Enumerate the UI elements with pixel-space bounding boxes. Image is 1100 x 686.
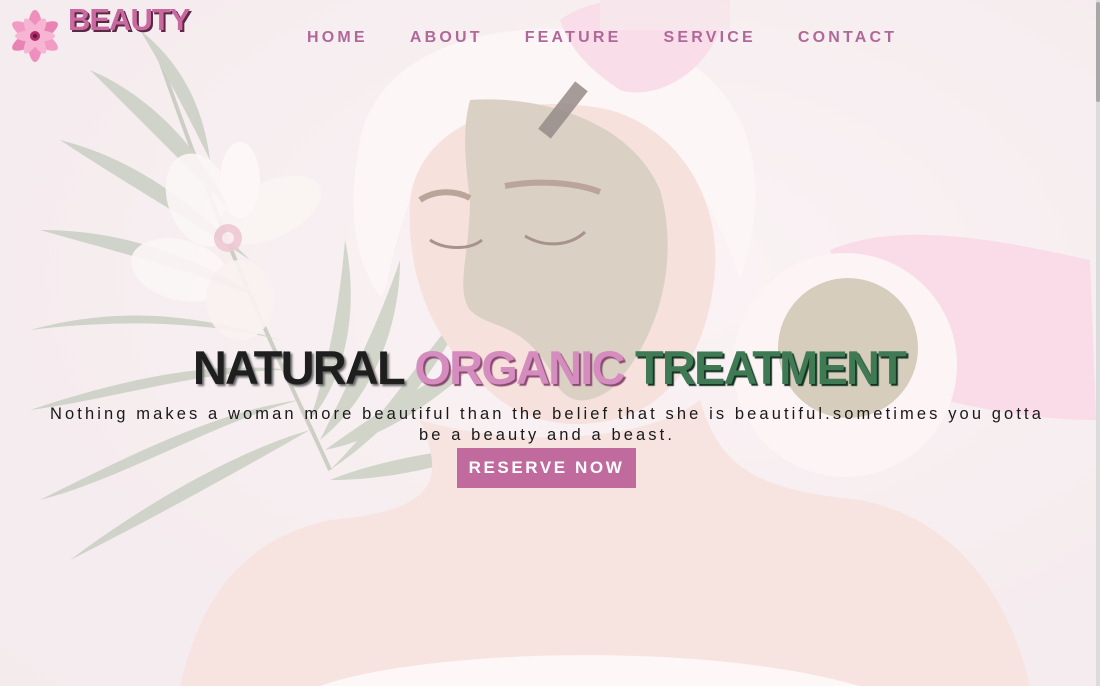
reserve-now-button[interactable]: RESERVE NOW [457, 448, 636, 488]
pink-lily-flower-icon [12, 10, 58, 62]
nav-contact[interactable]: CONTACT [798, 29, 897, 47]
hero-tagline: Nothing makes a woman more beautiful tha… [50, 405, 1044, 444]
nav-about[interactable]: ABOUT [410, 29, 483, 47]
nav-feature[interactable]: FEATURE [525, 29, 622, 47]
headline-word-treatment: TREATMENT [634, 341, 907, 394]
nav-service[interactable]: SERVICE [663, 29, 755, 47]
site-logo[interactable]: BEAUTY [2, 2, 190, 64]
vertical-scrollbar[interactable] [1096, 0, 1100, 686]
scrollbar-thumb[interactable] [1096, 2, 1100, 102]
brand-name: BEAUTY [68, 2, 190, 37]
nav-home[interactable]: HOME [307, 29, 368, 47]
headline-word-natural: NATURAL [192, 341, 405, 394]
headline-word-organic: ORGANIC [414, 341, 625, 394]
hero-headline: NATURAL ORGANIC TREATMENT [0, 340, 1096, 395]
main-navigation: HOME ABOUT FEATURE SERVICE CONTACT [307, 29, 939, 47]
